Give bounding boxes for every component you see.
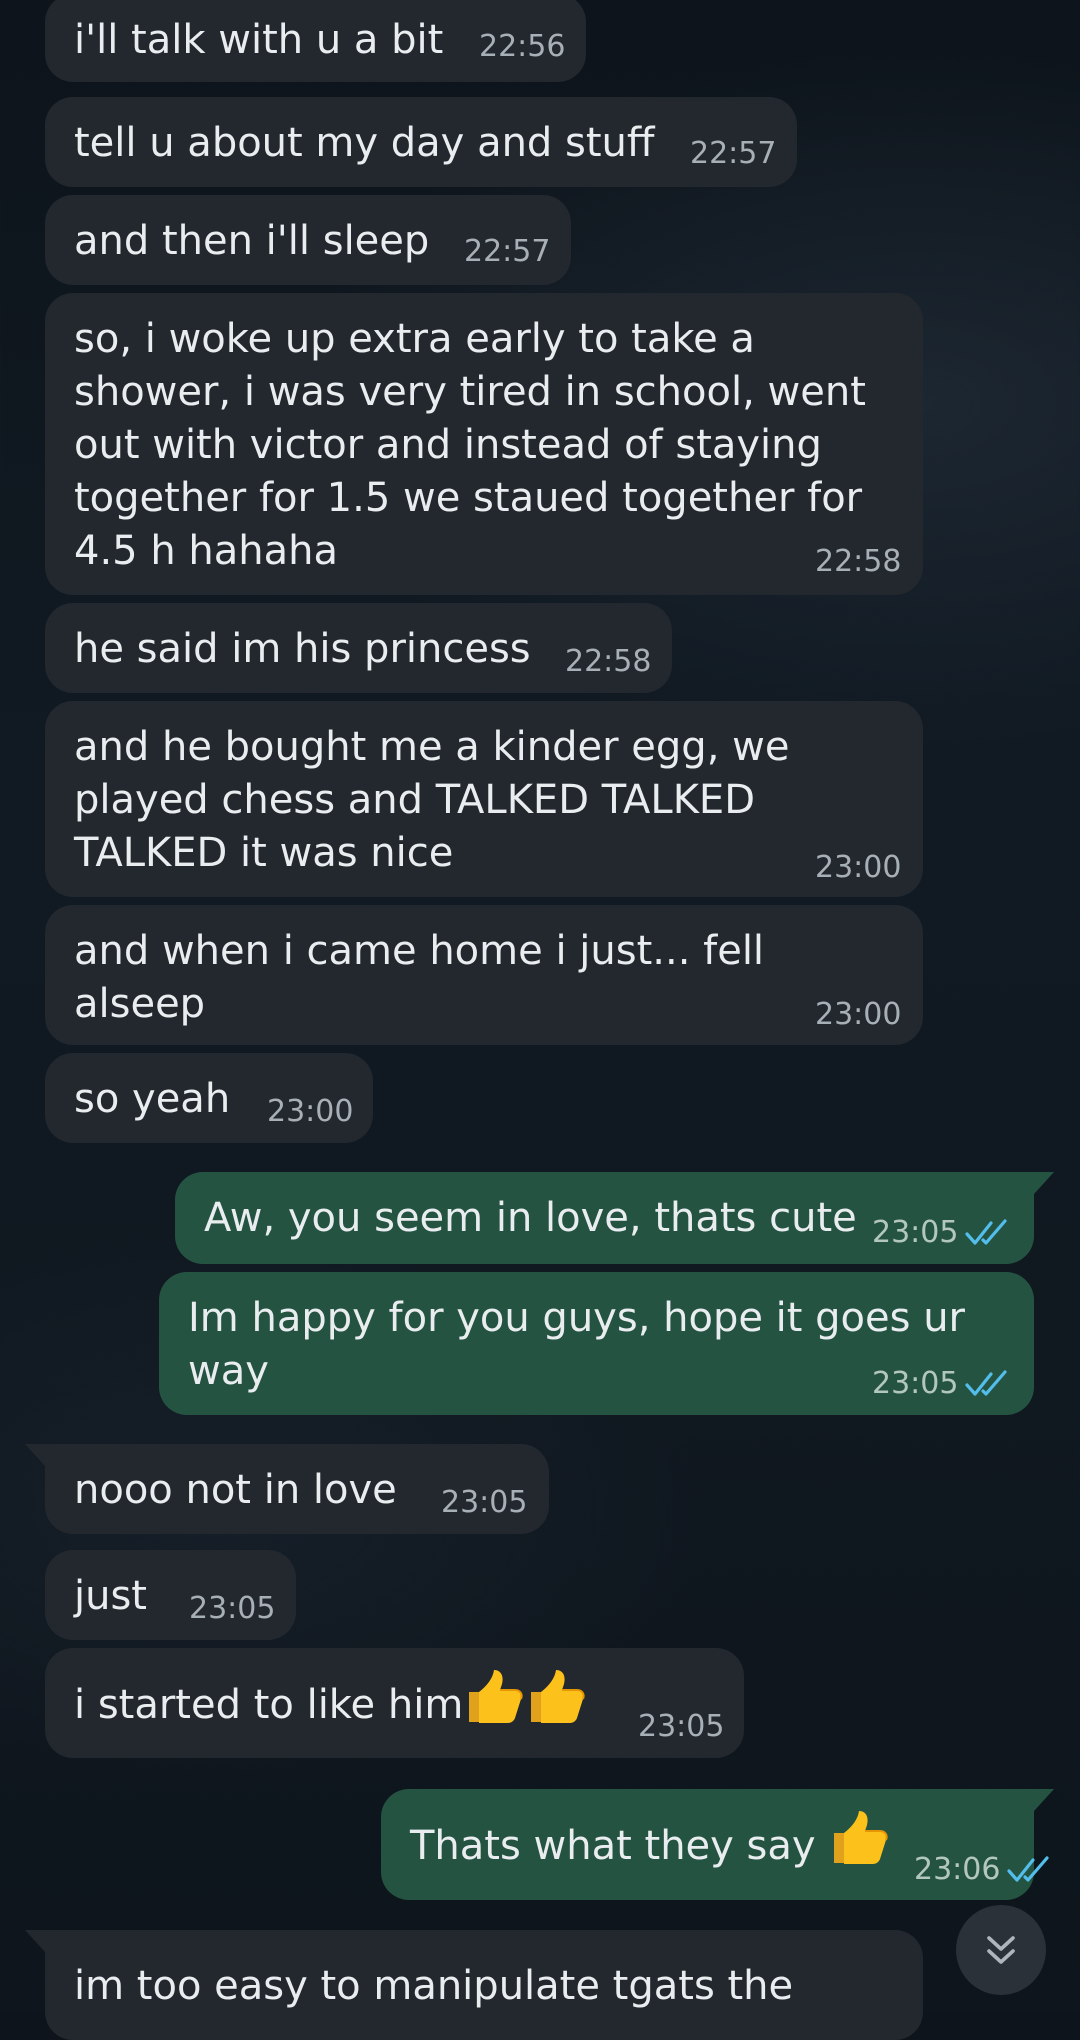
message-text: he said im his princess: [74, 626, 531, 672]
message-bubble-incoming[interactable]: so yeah 23:00: [45, 1053, 373, 1143]
scroll-to-bottom-button[interactable]: [956, 1905, 1046, 1995]
message-bubble-incoming[interactable]: and then i'll sleep 22:57: [45, 195, 571, 285]
message-text: so, i woke up extra early to take a show…: [74, 316, 866, 574]
message-bubble-incoming[interactable]: he said im his princess 22:58: [45, 603, 672, 693]
message-timestamp: 23:05: [441, 1485, 528, 1520]
message-timestamp: 23:00: [815, 850, 902, 885]
message-bubble-outgoing[interactable]: Im happy for you guys, hope it goes ur w…: [159, 1272, 1034, 1415]
message-timestamp: 22:56: [479, 29, 566, 64]
thumbs-up-icon: [531, 1670, 585, 1723]
message-bubble-incoming[interactable]: tell u about my day and stuff 22:57: [45, 97, 797, 187]
message-bubble-incoming[interactable]: and when i came home i just... fell alse…: [45, 905, 923, 1045]
message-text: im too easy to manipulate tgats the: [74, 1963, 794, 2009]
message-text: i started to like him: [74, 1682, 464, 1728]
message-bubble-incoming[interactable]: so, i woke up extra early to take a show…: [45, 293, 923, 595]
chat-message-list[interactable]: i'll talk with u a bit 22:56 tell u abou…: [0, 0, 1080, 2040]
message-bubble-incoming[interactable]: i'll talk with u a bit 22:56: [45, 0, 586, 82]
message-timestamp: 22:58: [565, 644, 652, 679]
thumbs-up-icon: [834, 1811, 888, 1864]
message-content: i started to like him: [74, 1668, 716, 1732]
message-bubble-outgoing[interactable]: Aw, you seem in love, thats cute 23:05: [175, 1172, 1054, 1264]
read-receipt-icon: [1007, 1856, 1049, 1882]
message-timestamp: 22:57: [464, 234, 551, 269]
message-bubble-incoming[interactable]: just 23:05: [45, 1550, 296, 1640]
message-timestamp: 23:00: [267, 1094, 354, 1129]
message-text: and when i came home i just... fell alse…: [74, 928, 777, 1027]
message-bubble-incoming[interactable]: i started to like him 23:05: [45, 1648, 744, 1758]
message-bubble-incoming[interactable]: and he bought me a kinder egg, we played…: [45, 701, 923, 897]
message-timestamp: 22:58: [815, 544, 902, 579]
message-bubble-outgoing[interactable]: Thats what they say 23:06: [381, 1789, 1054, 1900]
message-timestamp: 23:06: [914, 1852, 1001, 1887]
read-receipt-icon: [965, 1219, 1007, 1245]
message-text: Thats what they say: [410, 1823, 829, 1869]
message-text: and he bought me a kinder egg, we played…: [74, 724, 790, 876]
message-timestamp: 23:05: [189, 1591, 276, 1626]
thumbs-up-icon: [469, 1670, 523, 1723]
double-chevron-down-icon: [987, 1936, 1015, 1964]
message-timestamp: 22:57: [690, 136, 777, 171]
message-timestamp: 23:05: [872, 1215, 959, 1250]
read-receipt-icon: [965, 1370, 1007, 1396]
message-timestamp: 23:05: [638, 1709, 725, 1744]
message-timestamp: 23:00: [815, 997, 902, 1032]
message-text: tell u about my day and stuff: [74, 120, 655, 166]
message-timestamp: 23:05: [872, 1366, 959, 1401]
message-bubble-incoming[interactable]: nooo not in love 23:05: [25, 1444, 549, 1534]
message-bubble-incoming[interactable]: im too easy to manipulate tgats the: [25, 1930, 923, 2040]
